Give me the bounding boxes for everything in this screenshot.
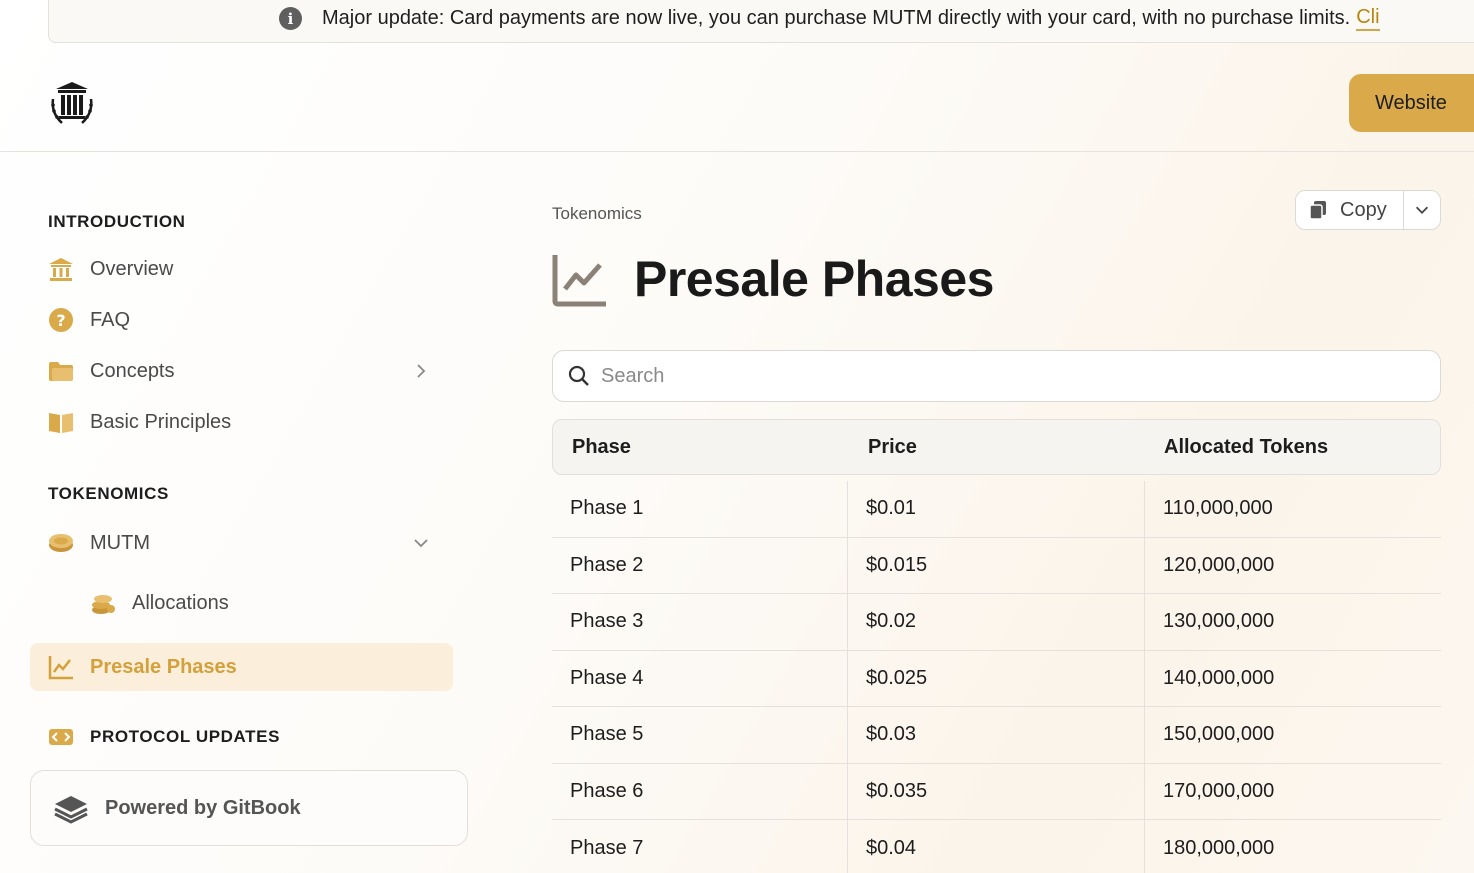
cell-price: $0.025 bbox=[848, 650, 1145, 706]
copy-icon bbox=[1309, 201, 1326, 220]
table-search bbox=[552, 350, 1441, 402]
table-header: Phase Price Allocated Tokens bbox=[552, 419, 1441, 475]
cell-phase: Phase 5 bbox=[552, 707, 848, 763]
banner-link[interactable]: Cli bbox=[1356, 6, 1380, 31]
table-row: Phase 2 $0.015 120,000,000 bbox=[552, 537, 1441, 594]
table-row: Phase 6 $0.035 170,000,000 bbox=[552, 763, 1441, 820]
svg-text:?: ? bbox=[56, 311, 65, 330]
chart-line-icon bbox=[48, 654, 74, 680]
copy-button[interactable]: Copy bbox=[1296, 191, 1404, 229]
cell-price: $0.03 bbox=[848, 707, 1145, 763]
sidebar-item-allocations[interactable]: Allocations bbox=[72, 579, 453, 627]
cell-allocated-tokens: 140,000,000 bbox=[1163, 666, 1275, 689]
header: Website bbox=[0, 43, 1474, 152]
sidebar-item-basic-principles[interactable]: Basic Principles bbox=[30, 398, 453, 446]
sidebar-item-overview[interactable]: Overview bbox=[30, 245, 453, 293]
sidebar-item-presale-phases[interactable]: Presale Phases bbox=[30, 643, 453, 691]
folder-icon bbox=[48, 358, 74, 384]
table-body: Phase 1 $0.01 110,000,000 Phase 2 $0.015… bbox=[552, 481, 1441, 873]
page-title: Presale Phases bbox=[634, 251, 994, 307]
sidebar-item-label: Concepts bbox=[90, 359, 175, 382]
chevron-down-icon[interactable] bbox=[411, 533, 431, 553]
cell-price: $0.02 bbox=[848, 594, 1145, 650]
code-icon bbox=[48, 724, 74, 750]
book-icon bbox=[48, 409, 74, 435]
copy-options-dropdown[interactable] bbox=[1404, 191, 1440, 229]
cell-phase: Phase 7 bbox=[552, 820, 848, 873]
sidebar-item-protocol-updates[interactable]: PROTOCOL UPDATES bbox=[30, 713, 453, 761]
cell-allocated-tokens: 150,000,000 bbox=[1163, 723, 1275, 746]
powered-by-gitbook[interactable]: Powered by GitBook bbox=[30, 770, 468, 846]
bank-icon bbox=[48, 256, 74, 282]
cell-phase: Phase 4 bbox=[552, 650, 848, 706]
cell-price: $0.035 bbox=[848, 763, 1145, 819]
cell-phase: Phase 2 bbox=[552, 537, 848, 593]
cell-allocated-tokens: 180,000,000 bbox=[1163, 836, 1275, 859]
sidebar-item-label: Overview bbox=[90, 257, 174, 280]
cell-phase: Phase 3 bbox=[552, 594, 848, 650]
breadcrumb[interactable]: Tokenomics bbox=[552, 204, 642, 224]
sidebar-item-label: FAQ bbox=[90, 308, 131, 331]
sidebar-item-label: Basic Principles bbox=[90, 410, 232, 433]
copy-label: Copy bbox=[1340, 198, 1387, 221]
cell-phase: Phase 1 bbox=[552, 481, 848, 537]
info-icon: i bbox=[279, 7, 302, 30]
page-title-row: Presale Phases bbox=[552, 250, 994, 308]
coin-icon bbox=[48, 530, 74, 556]
table-row: Phase 1 $0.01 110,000,000 bbox=[552, 481, 1441, 538]
section-title-introduction: INTRODUCTION bbox=[48, 212, 186, 231]
announcement-banner: i Major update: Card payments are now li… bbox=[48, 0, 1474, 43]
cell-allocated-tokens: 170,000,000 bbox=[1163, 779, 1275, 802]
cell-price: $0.015 bbox=[848, 537, 1145, 593]
coins-stack-icon bbox=[90, 590, 116, 616]
cell-allocated-tokens: 120,000,000 bbox=[1163, 553, 1275, 576]
cell-price: $0.04 bbox=[848, 820, 1145, 873]
table-row: Phase 5 $0.03 150,000,000 bbox=[552, 707, 1441, 764]
cell-price: $0.01 bbox=[848, 481, 1145, 537]
chevron-down-icon bbox=[1415, 206, 1429, 214]
column-header-price[interactable]: Price bbox=[849, 436, 1145, 459]
table-row: Phase 3 $0.02 130,000,000 bbox=[552, 594, 1441, 651]
table-row: Phase 4 $0.025 140,000,000 bbox=[552, 650, 1441, 707]
search-input[interactable] bbox=[601, 364, 1401, 388]
section-title-tokenomics: TOKENOMICS bbox=[48, 484, 169, 503]
cell-allocated-tokens: 130,000,000 bbox=[1163, 610, 1275, 633]
copy-button-group: Copy bbox=[1295, 190, 1441, 230]
question-icon: ? bbox=[48, 307, 74, 333]
chevron-right-icon[interactable] bbox=[411, 361, 431, 381]
column-header-phase[interactable]: Phase bbox=[553, 436, 849, 459]
sidebar-item-faq[interactable]: ? FAQ bbox=[30, 296, 453, 344]
sidebar-item-mutm[interactable]: MUTM bbox=[30, 519, 453, 567]
greek-temple-logo-icon[interactable] bbox=[48, 79, 96, 127]
sidebar-item-label: Allocations bbox=[132, 591, 229, 614]
sidebar-item-label: Presale Phases bbox=[90, 655, 237, 678]
cell-phase: Phase 6 bbox=[552, 763, 848, 819]
gitbook-icon bbox=[54, 796, 88, 824]
banner-message: Major update: Card payments are now live… bbox=[322, 7, 1351, 29]
chart-line-icon bbox=[552, 255, 606, 307]
gitbook-label: Powered by GitBook bbox=[105, 796, 301, 819]
cell-allocated-tokens: 110,000,000 bbox=[1163, 497, 1273, 520]
table-row: Phase 7 $0.04 180,000,000 bbox=[552, 820, 1441, 873]
website-button[interactable]: Website bbox=[1349, 74, 1474, 132]
column-header-allocated-tokens[interactable]: Allocated Tokens bbox=[1145, 436, 1440, 459]
sidebar-item-concepts[interactable]: Concepts bbox=[30, 347, 453, 395]
section-title-protocol-updates: PROTOCOL UPDATES bbox=[90, 727, 281, 746]
search-icon bbox=[568, 365, 589, 386]
sidebar: INTRODUCTION Overview ? FAQ Concepts Bas… bbox=[0, 152, 480, 873]
sidebar-item-label: MUTM bbox=[90, 531, 150, 554]
page: i Major update: Card payments are now li… bbox=[0, 0, 1474, 873]
